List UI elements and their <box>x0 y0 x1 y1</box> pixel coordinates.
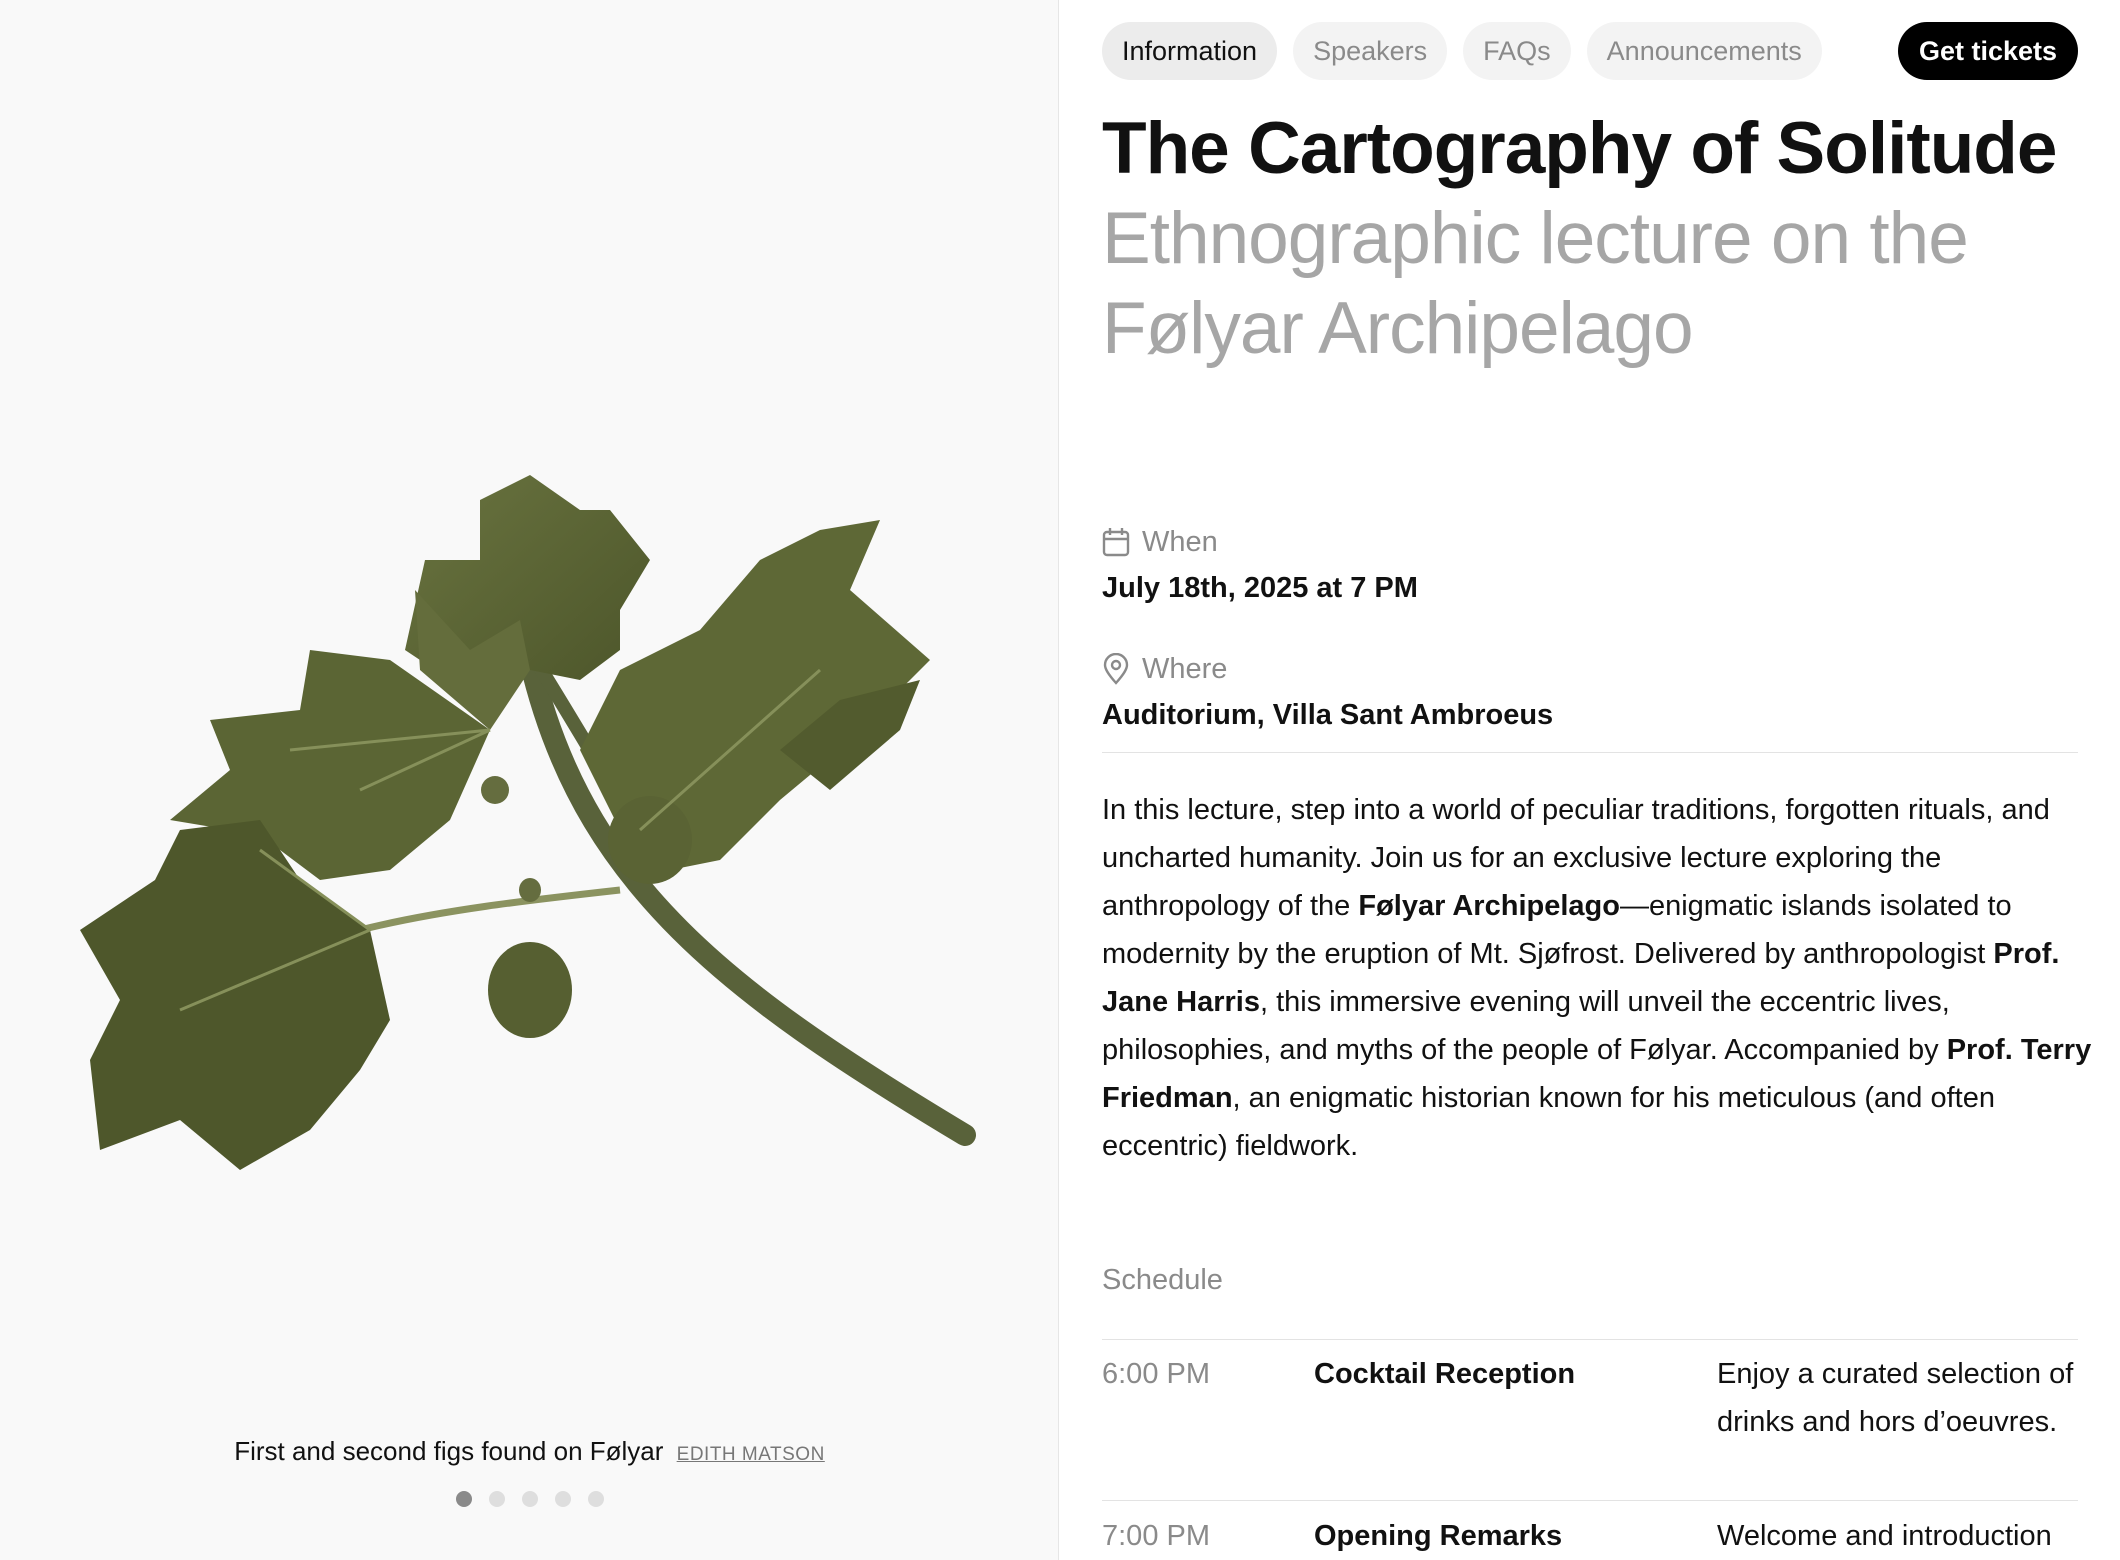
caption-text: First and second figs found on Følyar <box>234 1436 664 1466</box>
schedule-divider <box>1102 1500 2078 1501</box>
carousel-dot-4[interactable] <box>554 1491 571 1507</box>
carousel-dot-1[interactable] <box>455 1491 472 1507</box>
carousel-dot-2[interactable] <box>488 1491 505 1507</box>
photo-credit-link[interactable]: EDITH MATSON <box>677 1444 825 1465</box>
tab-faqs[interactable]: FAQs <box>1463 22 1571 80</box>
schedule-desc: Enjoy a curated selection of drinks and … <box>1717 1358 2074 1438</box>
event-info-panel: Information Speakers FAQs Announcements … <box>1059 0 2120 1560</box>
image-caption: First and second figs found on Følyar ED… <box>0 1436 1059 1467</box>
schedule-time: 6:00 PM <box>1102 1358 1210 1390</box>
image-gallery: First and second figs found on Følyar ED… <box>0 0 1059 1560</box>
where-label: Where <box>1142 652 1228 685</box>
schedule-row: 7:00 PM Opening Remarks Welcome and intr… <box>1102 1512 2078 1560</box>
when-label-row: When <box>1102 524 1418 560</box>
when-label: When <box>1142 525 1218 558</box>
where-value: Auditorium, Villa Sant Ambroeus <box>1102 699 1554 731</box>
when-value: July 18th, 2025 at 7 PM <box>1102 572 1418 604</box>
desc-text-4: , an enigmatic historian known for his m… <box>1102 1082 1995 1162</box>
schedule-name: Cocktail Reception <box>1314 1358 1576 1390</box>
carousel-dot-3[interactable] <box>521 1491 538 1507</box>
where-label-row: Where <box>1102 651 1553 687</box>
where-block: Where Auditorium, Villa Sant Ambroeus <box>1102 651 1553 732</box>
event-description: In this lecture, step into a world of pe… <box>1102 786 2092 1170</box>
tab-speakers[interactable]: Speakers <box>1293 22 1448 80</box>
calendar-icon <box>1102 528 1130 557</box>
schedule-name: Opening Remarks <box>1314 1520 1563 1552</box>
divider <box>1102 752 2078 753</box>
top-nav: Information Speakers FAQs Announcements … <box>1102 22 2078 80</box>
carousel-dot-5[interactable] <box>587 1491 604 1507</box>
schedule-heading: Schedule <box>1102 1264 1223 1296</box>
desc-bold-archipelago: Følyar Archipelago <box>1358 890 1620 922</box>
schedule-divider-top <box>1102 1339 2078 1340</box>
get-tickets-button[interactable]: Get tickets <box>1897 22 2078 80</box>
tab-announcements[interactable]: Announcements <box>1586 22 1822 80</box>
event-subtitle: Ethnographic lecture on the Følyar Archi… <box>1102 198 1969 369</box>
fig-branch-illustration <box>80 475 976 1170</box>
location-pin-icon <box>1103 653 1129 685</box>
event-title: The Cartography of Solitude <box>1102 108 2057 189</box>
carousel-dots <box>0 1491 1059 1507</box>
tab-information[interactable]: Information <box>1102 22 1278 80</box>
schedule-desc: Welcome and introduction <box>1717 1520 2052 1552</box>
when-block: When July 18th, 2025 at 7 PM <box>1102 524 1418 605</box>
schedule-row: 6:00 PM Cocktail Reception Enjoy a curat… <box>1102 1350 2078 1446</box>
schedule-time: 7:00 PM <box>1102 1520 1210 1552</box>
event-page: First and second figs found on Følyar ED… <box>0 0 2120 1560</box>
